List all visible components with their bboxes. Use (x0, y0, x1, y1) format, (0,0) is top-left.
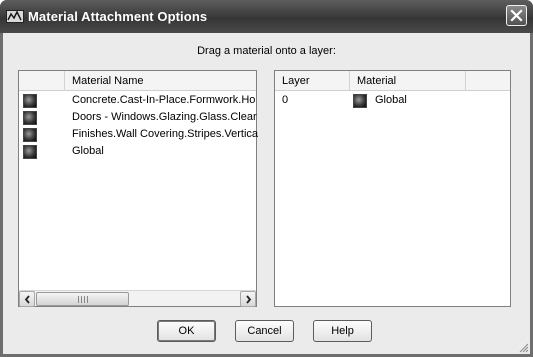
material-sphere-icon (23, 128, 37, 142)
layers-list-header: Layer Material (275, 71, 510, 91)
material-sphere-icon (23, 111, 37, 125)
material-row[interactable]: Concrete.Cast-In-Place.Formwork.Ho (19, 93, 256, 109)
layer-name: 0 (282, 94, 289, 106)
material-attachment-dialog: Material Attachment Options Drag a mater… (0, 0, 533, 357)
title-bar[interactable]: Material Attachment Options (0, 0, 533, 33)
material-name-column-header[interactable]: Material Name (65, 71, 258, 91)
dialog-title: Material Attachment Options (28, 9, 208, 24)
cancel-button[interactable]: Cancel (235, 320, 294, 342)
scroll-thumb[interactable] (36, 292, 129, 306)
material-row[interactable]: Doors - Windows.Glazing.Glass.Clear (19, 110, 257, 126)
material-name: Finishes.Wall Covering.Stripes.Vertica (72, 128, 259, 140)
dialog-body: Drag a material onto a layer: Material N… (3, 33, 530, 354)
resize-grip-icon[interactable] (517, 341, 529, 353)
close-icon (510, 9, 523, 22)
grip-icon (78, 296, 88, 303)
material-column-header[interactable]: Material (350, 71, 466, 91)
app-icon (6, 10, 24, 23)
ok-button[interactable]: OK (157, 320, 216, 342)
scroll-left-button[interactable] (19, 291, 35, 307)
layer-material-name: Global (375, 94, 407, 106)
layer-column-header[interactable]: Layer (275, 71, 350, 91)
material-sphere-icon (23, 94, 37, 108)
material-row[interactable]: Global (19, 144, 256, 160)
scroll-right-button[interactable] (240, 291, 256, 307)
layers-list[interactable]: Layer Material 0 Global (274, 70, 511, 307)
empty-column-header (466, 71, 512, 91)
swatch-column-header[interactable] (19, 71, 65, 91)
horizontal-scrollbar[interactable] (19, 290, 256, 307)
material-name: Global (72, 145, 104, 157)
material-sphere-icon (23, 145, 37, 159)
material-row[interactable]: Finishes.Wall Covering.Stripes.Vertica (19, 127, 259, 143)
material-name: Doors - Windows.Glazing.Glass.Clear (72, 111, 257, 123)
layer-row[interactable]: 0 Global (275, 93, 510, 109)
instruction-text: Drag a material onto a layer: (197, 45, 336, 57)
chevron-left-icon (24, 295, 30, 304)
material-sphere-icon (353, 94, 367, 108)
materials-list-header: Material Name (19, 71, 256, 91)
material-name: Concrete.Cast-In-Place.Formwork.Ho (72, 94, 256, 106)
materials-list[interactable]: Material Name Concrete.Cast-In-Place.For… (18, 70, 259, 307)
close-button[interactable] (506, 5, 527, 26)
chevron-right-icon (246, 295, 252, 304)
help-button[interactable]: Help (313, 320, 372, 342)
